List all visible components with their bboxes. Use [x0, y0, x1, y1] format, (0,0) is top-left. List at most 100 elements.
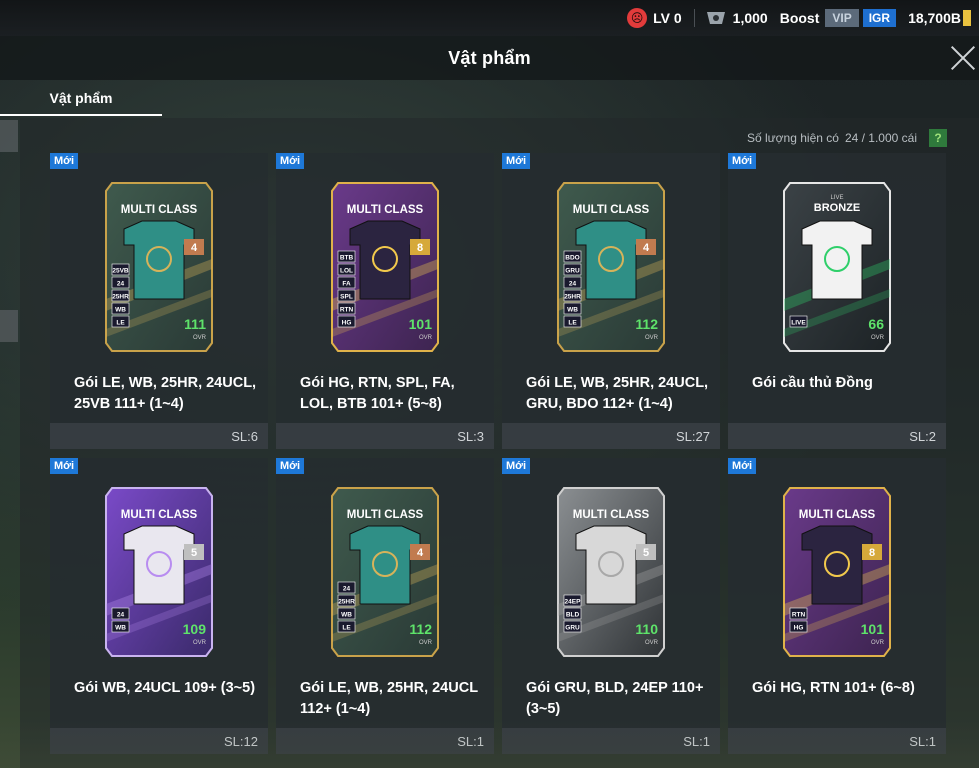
background-fade [0, 720, 979, 768]
svg-text:OVR: OVR [419, 640, 433, 646]
tab-underline [0, 114, 162, 116]
item-card[interactable]: Mới MULTI CLASS 5 24EP BLD GRU 110 OVR Gói… [502, 458, 720, 754]
item-card[interactable]: Mới MULTI CLASS 8 BTB LOL FA SPL RTN HG 101 O… [276, 153, 494, 449]
boost-label[interactable]: Boost [780, 10, 820, 26]
svg-text:WB: WB [115, 307, 126, 314]
svg-text:OVR: OVR [871, 335, 885, 341]
svg-text:LE: LE [116, 320, 125, 327]
svg-text:8: 8 [417, 242, 423, 254]
side-handle[interactable] [0, 120, 18, 152]
svg-text:109: 109 [183, 621, 207, 637]
svg-text:MULTI CLASS: MULTI CLASS [347, 509, 424, 521]
svg-text:BRONZE: BRONZE [814, 202, 860, 214]
side-handle[interactable] [0, 310, 18, 342]
svg-text:112: 112 [635, 316, 658, 332]
pack-card-image: MULTI CLASS 4 25VB 24 25HR WB LE 111 OVR [102, 179, 216, 355]
svg-text:112: 112 [409, 621, 432, 637]
new-badge: Mới [502, 458, 531, 474]
svg-text:OVR: OVR [645, 335, 659, 341]
new-badge: Mới [728, 153, 757, 169]
svg-text:OVR: OVR [193, 640, 207, 646]
pack-card-image: MULTI CLASS 4 BDO GRU 24 25HR WB LE 112 OVR [554, 179, 668, 355]
item-quantity: SL:6 [50, 423, 268, 449]
bp-icon [963, 10, 971, 26]
svg-text:LIVE: LIVE [830, 195, 843, 201]
pack-card-image: LIVE BRONZE LIVE 66 OVR [780, 179, 894, 355]
help-icon[interactable]: ? [929, 129, 947, 147]
close-icon[interactable] [949, 44, 977, 72]
svg-text:4: 4 [191, 242, 198, 254]
title-bar: Vật phẩm [0, 36, 979, 80]
vip-badge: VIP [825, 9, 859, 27]
new-badge: Mới [50, 458, 79, 474]
svg-text:5: 5 [191, 547, 197, 559]
item-name: Gói LE, WB, 25HR, 24UCL, GRU, BDO 112+ (… [526, 375, 709, 412]
item-name: Gói cầu thủ Đồng [752, 375, 873, 391]
item-card[interactable]: Mới MULTI CLASS 8 RTN HG 101 OVR Gói HG, … [728, 458, 946, 754]
svg-text:BTB: BTB [340, 255, 354, 262]
item-quantity: SL:2 [728, 423, 946, 449]
item-card[interactable]: Mới MULTI CLASS 4 BDO GRU 24 25HR WB LE 112 O… [502, 153, 720, 449]
svg-text:LOL: LOL [340, 268, 353, 275]
svg-text:66: 66 [868, 316, 884, 332]
pack-card-image: MULTI CLASS 5 24EP BLD GRU 110 OVR [554, 484, 668, 660]
svg-text:HG: HG [794, 625, 804, 632]
svg-text:101: 101 [409, 316, 433, 332]
svg-text:OVR: OVR [193, 335, 207, 341]
item-card[interactable]: Mới MULTI CLASS 4 24 25HR WB LE 112 OVR Gói… [276, 458, 494, 754]
pack-card-image: MULTI CLASS 8 BTB LOL FA SPL RTN HG 101 OVR [328, 179, 442, 355]
item-name: Gói HG, RTN 101+ (6~8) [752, 680, 915, 696]
item-card[interactable]: Mới MULTI CLASS 5 24 WB 109 OVR Gói WB, 2… [50, 458, 268, 754]
item-count: Số lượng hiện có 24 / 1.000 cái ? [747, 129, 947, 147]
svg-text:FA: FA [342, 281, 351, 288]
svg-text:MULTI CLASS: MULTI CLASS [121, 204, 198, 216]
svg-text:WB: WB [567, 307, 578, 314]
svg-text:RTN: RTN [340, 307, 354, 314]
page-title: Vật phẩm [448, 47, 531, 68]
svg-text:110: 110 [635, 621, 658, 637]
svg-text:WB: WB [341, 612, 352, 619]
svg-text:WB: WB [115, 625, 126, 632]
item-card[interactable]: Mới MULTI CLASS 4 25VB 24 25HR WB LE 111 OVR… [50, 153, 268, 449]
svg-text:24EP: 24EP [565, 599, 582, 606]
svg-text:24: 24 [569, 281, 577, 288]
svg-text:25HR: 25HR [564, 294, 581, 301]
pack-card-image: MULTI CLASS 4 24 25HR WB LE 112 OVR [328, 484, 442, 660]
svg-text:RTN: RTN [792, 612, 806, 619]
new-badge: Mới [276, 153, 305, 169]
svg-text:GRU: GRU [565, 268, 580, 275]
svg-text:25HR: 25HR [112, 294, 129, 301]
svg-text:OVR: OVR [419, 335, 433, 341]
svg-text:25VB: 25VB [112, 268, 129, 275]
level-indicator[interactable]: ☹ LV 0 [627, 8, 682, 28]
svg-text:HG: HG [342, 320, 352, 327]
svg-text:MULTI CLASS: MULTI CLASS [347, 204, 424, 216]
item-card[interactable]: Mới LIVE BRONZE LIVE 66 OVR Gói cầu thủ … [728, 153, 946, 449]
new-badge: Mới [502, 153, 531, 169]
tab-items[interactable]: Vật phẩm [0, 80, 162, 116]
svg-text:BDO: BDO [565, 255, 579, 262]
pack-card-image: MULTI CLASS 8 RTN HG 101 OVR [780, 484, 894, 660]
svg-text:8: 8 [869, 547, 875, 559]
item-name: Gói GRU, BLD, 24EP 110+ (3~5) [526, 680, 704, 717]
pack-card-image: MULTI CLASS 5 24 WB 109 OVR [102, 484, 216, 660]
igr-badge: IGR [862, 9, 897, 27]
item-name: Gói LE, WB, 25HR, 24UCL, 25VB 111+ (1~4) [74, 375, 257, 412]
svg-text:25HR: 25HR [338, 599, 355, 606]
divider [693, 9, 695, 27]
svg-text:MULTI CLASS: MULTI CLASS [799, 509, 876, 521]
bp-amount[interactable]: 18,700B [908, 10, 961, 26]
svg-text:MULTI CLASS: MULTI CLASS [121, 509, 198, 521]
coin-icon [705, 10, 727, 26]
svg-text:111: 111 [184, 316, 206, 332]
item-name: Gói WB, 24UCL 109+ (3~5) [74, 680, 256, 696]
tab-bar: Vật phẩm [0, 80, 979, 116]
item-name: Gói LE, WB, 25HR, 24UCL 112+ (1~4) [300, 680, 478, 717]
new-badge: Mới [276, 458, 305, 474]
svg-text:BLD: BLD [566, 612, 580, 619]
svg-text:SPL: SPL [340, 294, 353, 301]
svg-text:LE: LE [568, 320, 577, 327]
svg-text:4: 4 [643, 242, 650, 254]
svg-text:24: 24 [117, 281, 125, 288]
coin-indicator[interactable]: 1,000 [705, 10, 768, 26]
